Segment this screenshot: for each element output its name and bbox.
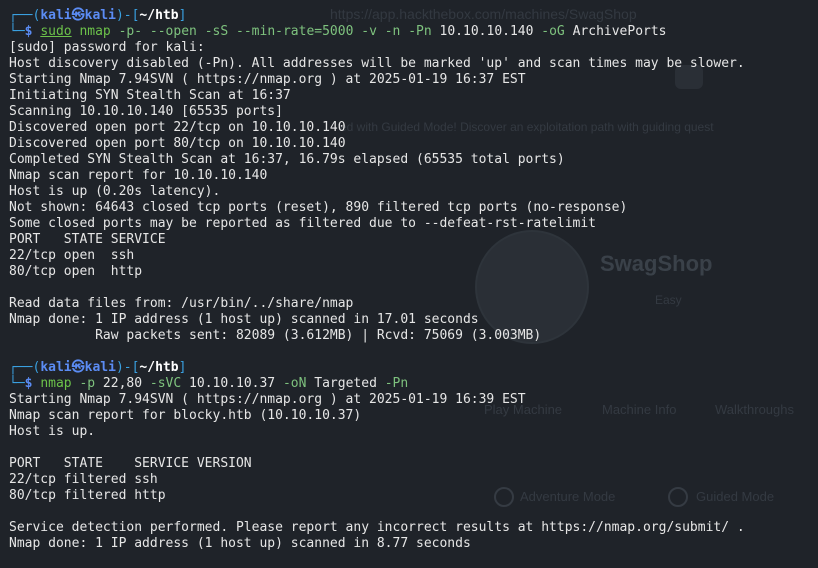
command-arg: ArchivePorts (564, 24, 667, 39)
terminal-output: ┌──(kali㉿kali)-[~/htb] └─$ sudo nmap -p-… (9, 8, 818, 552)
prompt-frame: ┌──( (9, 8, 41, 23)
prompt-frame: ] (178, 360, 187, 375)
command-arg: -Pn (400, 24, 432, 39)
output-line: Service detection performed. Please repo… (9, 520, 745, 535)
terminal-window[interactable]: https://app.hackthebox.com/machines/Swag… (0, 0, 818, 568)
command-arg: -p- (110, 24, 143, 39)
prompt-frame: ] (178, 8, 187, 23)
command-arg: Targeted (306, 376, 377, 391)
command-line-1: └─$ sudo nmap -p- --open -sS --min-rate=… (9, 24, 818, 40)
output-line: Nmap scan report for 10.10.10.140 (9, 168, 268, 183)
output-line: Nmap scan report for blocky.htb (10.10.1… (9, 408, 362, 423)
output-line: Starting Nmap 7.94SVN ( https://nmap.org… (9, 72, 526, 87)
command-arg: --open (142, 24, 197, 39)
command-arg: --min-rate=5000 (228, 24, 354, 39)
command-arg: -v (353, 24, 377, 39)
output-line: Starting Nmap 7.94SVN ( https://nmap.org… (9, 392, 526, 407)
output-line: 80/tcp filtered http (9, 488, 166, 503)
output-line: Discovered open port 80/tcp on 10.10.10.… (9, 136, 346, 151)
output-line: PORT STATE SERVICE VERSION (9, 456, 252, 471)
command-arg: 10.10.10.140 (431, 24, 534, 39)
command-line-2: └─$ nmap -p 22,80 -sVC 10.10.10.37 -oN T… (9, 376, 818, 392)
command-args: -p 22,80 -sVC 10.10.10.37 -oN Targeted -… (71, 376, 409, 391)
command-arg: 10.10.10.37 (181, 376, 276, 391)
prompt-path: ~/htb (139, 360, 179, 375)
prompt-frame: )-[ (115, 8, 140, 23)
output-line: 80/tcp open http (9, 264, 143, 279)
prompt-user: kali㉿kali (40, 8, 116, 23)
output-line: Nmap done: 1 IP address (1 host up) scan… (9, 312, 479, 327)
output-line: Initiating SYN Stealth Scan at 16:37 (9, 88, 291, 103)
command-arg: 22,80 (95, 376, 143, 391)
output-line: Read data files from: /usr/bin/../share/… (9, 296, 354, 311)
scan-output-2: Starting Nmap 7.94SVN ( https://nmap.org… (9, 392, 818, 552)
nmap-command: nmap (79, 24, 111, 39)
output-line: Some closed ports may be reported as fil… (9, 216, 596, 231)
prompt-frame: └─ (9, 24, 25, 39)
prompt-dollar: $ (24, 376, 41, 391)
prompt-frame: └─ (9, 376, 25, 391)
output-line: 22/tcp open ssh (9, 248, 135, 263)
scan-output-1: [sudo] password for kali: Host discovery … (9, 40, 818, 360)
prompt-user: kali㉿kali (40, 360, 116, 375)
command-arg: -sS (196, 24, 229, 39)
output-line: Host discovery disabled (-Pn). All addre… (9, 56, 745, 71)
command-arg: -oG (533, 24, 565, 39)
output-line: Raw packets sent: 82089 (3.612MB) | Rcvd… (9, 328, 542, 343)
command-args: -p- --open -sS --min-rate=5000 -v -n -Pn… (111, 24, 667, 39)
output-line: Host is up. (9, 424, 96, 439)
command-arg: -sVC (142, 376, 182, 391)
sudo-command: sudo (40, 24, 72, 39)
nmap-command: nmap (40, 376, 72, 391)
output-line: Discovered open port 22/tcp on 10.10.10.… (9, 120, 346, 135)
output-line: Scanning 10.10.10.140 [65535 ports] (9, 104, 283, 119)
command-arg: -oN (275, 376, 307, 391)
prompt-line-1: ┌──(kali㉿kali)-[~/htb] (9, 8, 818, 24)
command-arg: -n (376, 24, 401, 39)
output-line: Completed SYN Stealth Scan at 16:37, 16.… (9, 152, 565, 167)
prompt-path: ~/htb (139, 8, 179, 23)
output-line: PORT STATE SERVICE (9, 232, 166, 247)
output-line: Host is up (0.20s latency). (9, 184, 221, 199)
output-line: Not shown: 64643 closed tcp ports (reset… (9, 200, 628, 215)
output-line: 22/tcp filtered ssh (9, 472, 158, 487)
prompt-dollar: $ (24, 24, 41, 39)
output-line: Nmap done: 1 IP address (1 host up) scan… (9, 536, 471, 551)
command-arg: -Pn (376, 376, 409, 391)
prompt-frame: ┌──( (9, 360, 41, 375)
prompt-frame: )-[ (115, 360, 140, 375)
command-arg: -p (71, 376, 96, 391)
output-line: [sudo] password for kali: (9, 40, 205, 55)
prompt-line-2: ┌──(kali㉿kali)-[~/htb] (9, 360, 818, 376)
